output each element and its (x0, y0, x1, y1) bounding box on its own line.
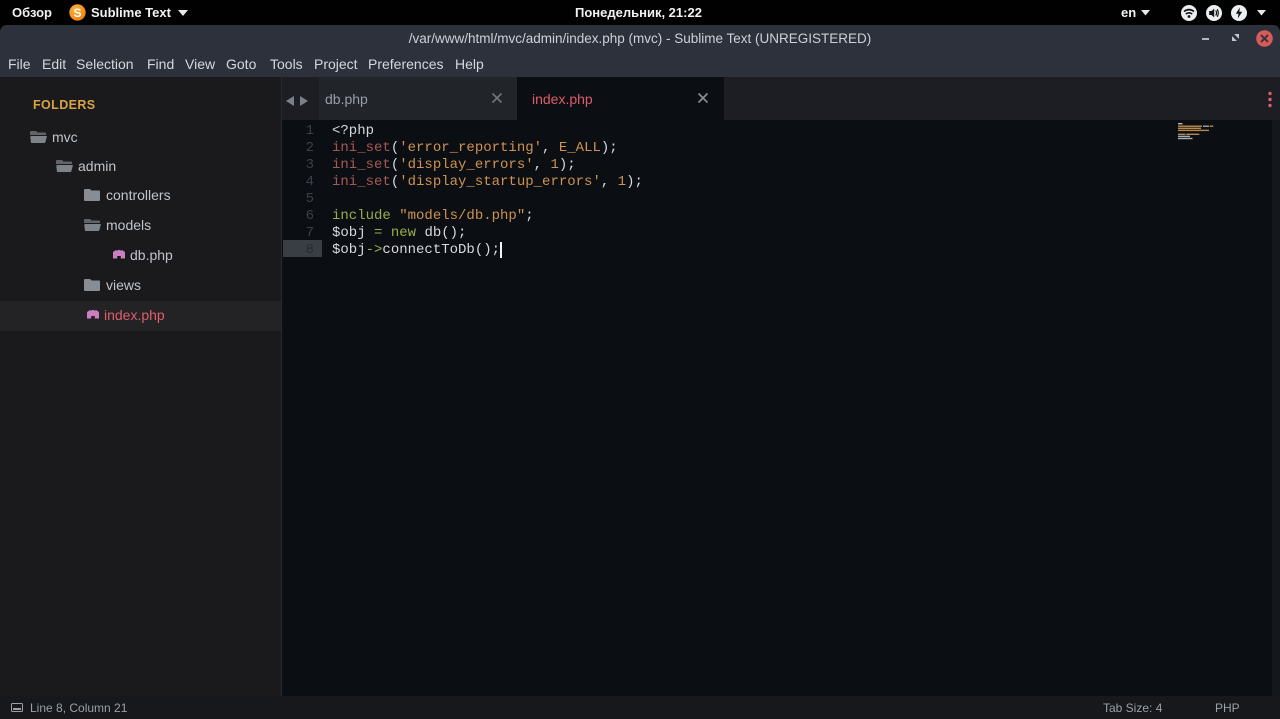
svg-text:S: S (73, 6, 81, 20)
